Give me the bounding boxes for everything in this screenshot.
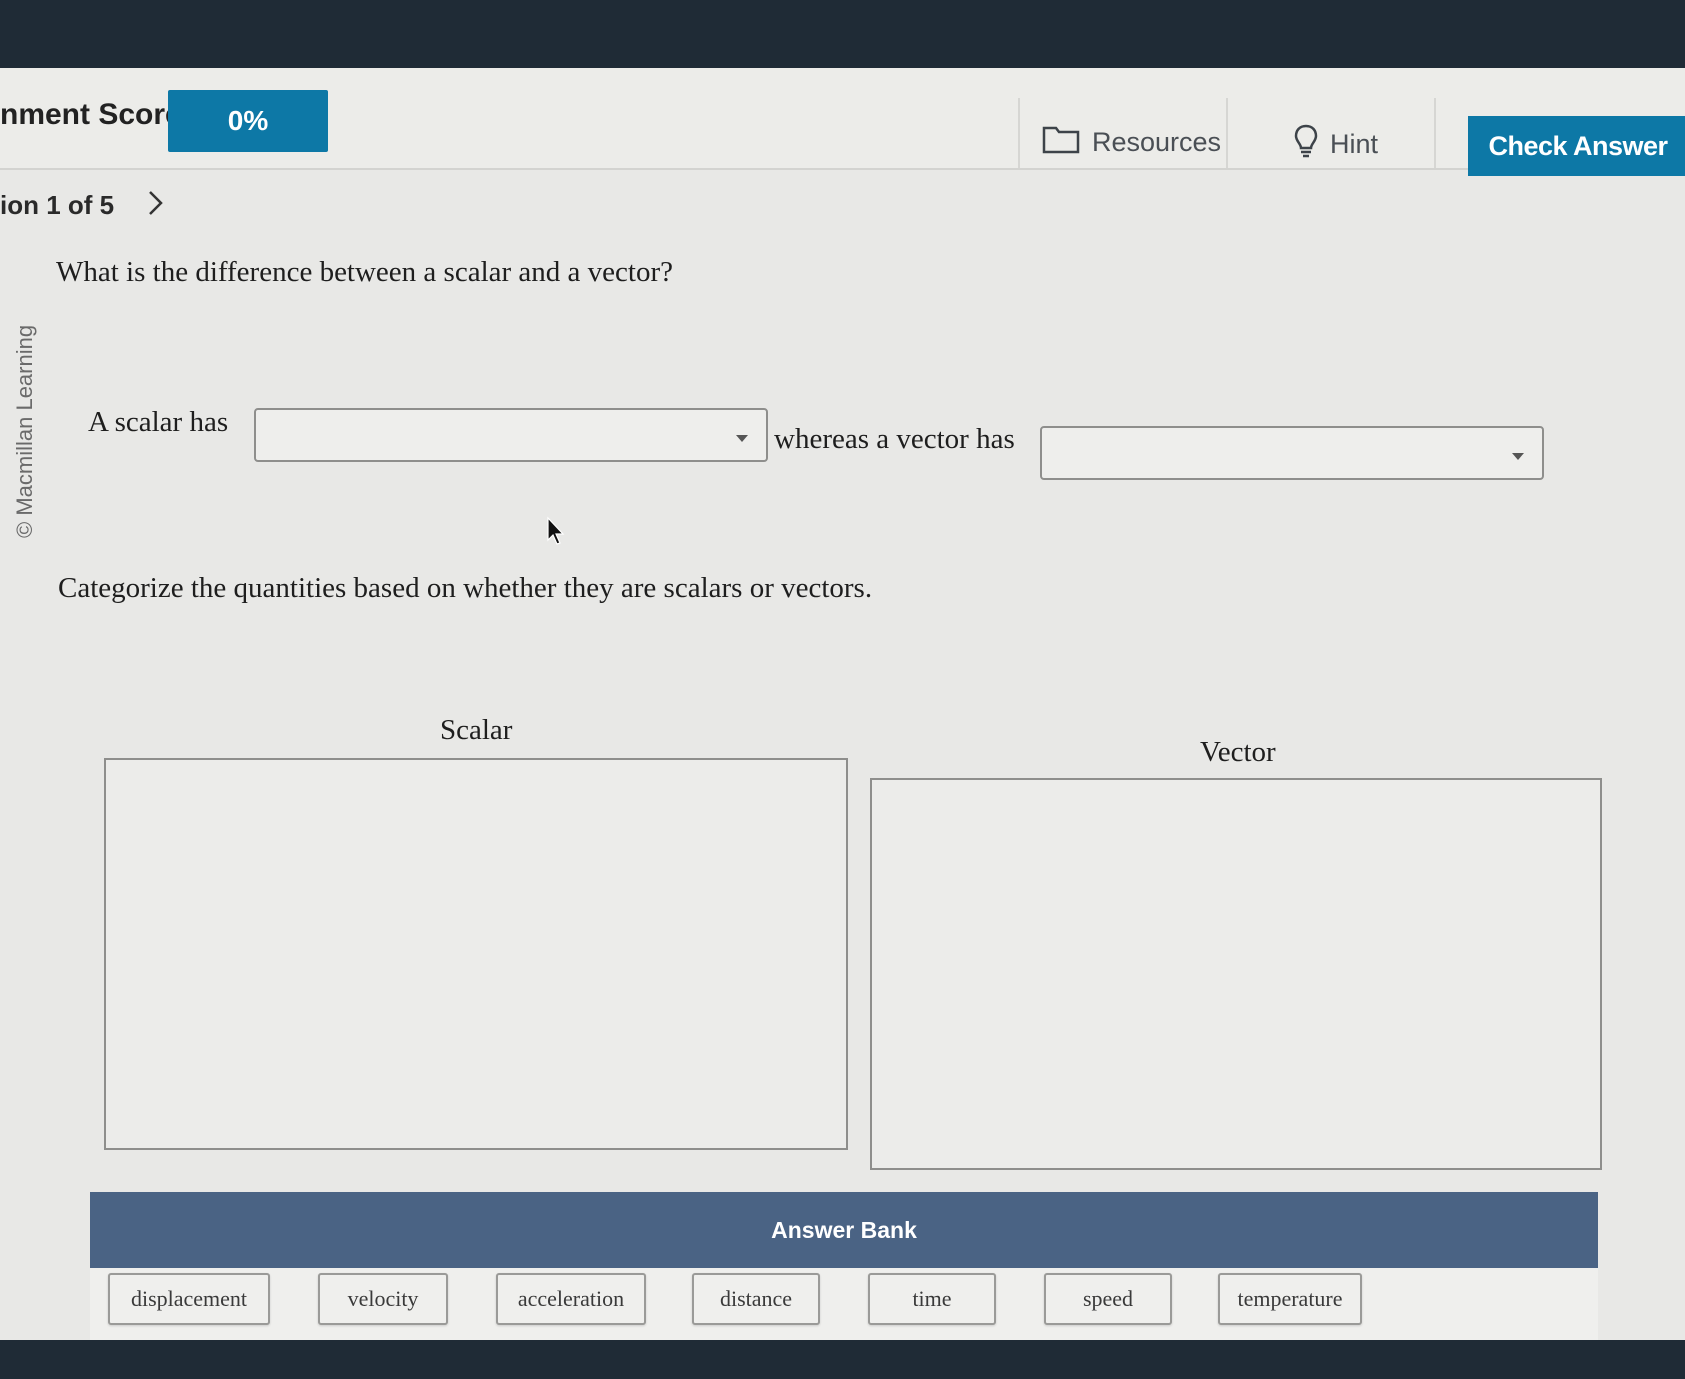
question-counter: ion 1 of 5	[0, 190, 115, 220]
resources-label: Resources	[1092, 127, 1222, 157]
folder-icon	[1042, 124, 1080, 161]
answer-chip-displacement[interactable]: displacement	[108, 1273, 270, 1325]
hint-label: Hint	[1330, 129, 1379, 159]
hint-button[interactable]: Hint	[1294, 124, 1378, 165]
answer-chip-distance[interactable]: distance	[692, 1273, 820, 1325]
answer-chip-velocity[interactable]: velocity	[318, 1273, 448, 1325]
question-nav: ion 1 of 5	[0, 190, 114, 221]
macmillan-watermark: © Macmillan Learning	[12, 324, 37, 538]
lightbulb-icon	[1294, 124, 1318, 165]
sentence-part2: whereas a vector has	[774, 423, 1015, 455]
check-answer-button[interactable]: Check Answer	[1468, 116, 1685, 176]
assignment-header: nment Score: 0% Resources Hint Check Ans…	[0, 68, 1685, 176]
answer-chip-speed[interactable]: speed	[1044, 1273, 1172, 1325]
chevron-down-icon	[1512, 453, 1524, 460]
vector-bin-title: Vector	[1200, 736, 1276, 768]
answer-chip-acceleration[interactable]: acceleration	[496, 1273, 646, 1325]
chevron-right-icon	[146, 191, 166, 222]
answer-chip-temperature[interactable]: temperature	[1218, 1273, 1362, 1325]
header-divider	[1018, 98, 1020, 168]
answer-chip-time[interactable]: time	[868, 1273, 996, 1325]
resources-button[interactable]: Resources	[1042, 124, 1221, 161]
vector-dropdown[interactable]	[1040, 426, 1544, 480]
question2-prompt: Categorize the quantities based on wheth…	[58, 572, 873, 604]
mouse-cursor-icon	[546, 516, 566, 551]
scalar-bin-title: Scalar	[440, 714, 513, 746]
score-label: nment Score:	[0, 98, 192, 131]
next-question-button[interactable]	[146, 188, 166, 223]
scalar-dropdown[interactable]	[254, 408, 768, 462]
chevron-down-icon	[736, 435, 748, 442]
answer-bank-header: Answer Bank	[90, 1192, 1598, 1268]
assignment-screen: nment Score: 0% Resources Hint Check Ans…	[0, 68, 1685, 1340]
header-divider	[1434, 98, 1436, 168]
vector-drop-zone[interactable]	[870, 778, 1602, 1170]
sentence-part1: A scalar has	[88, 406, 229, 438]
header-divider	[1226, 98, 1228, 168]
scalar-drop-zone[interactable]	[104, 758, 848, 1150]
score-badge: 0%	[168, 90, 328, 152]
answer-bank	[90, 1268, 1598, 1340]
question1-prompt: What is the difference between a scalar …	[56, 256, 673, 288]
